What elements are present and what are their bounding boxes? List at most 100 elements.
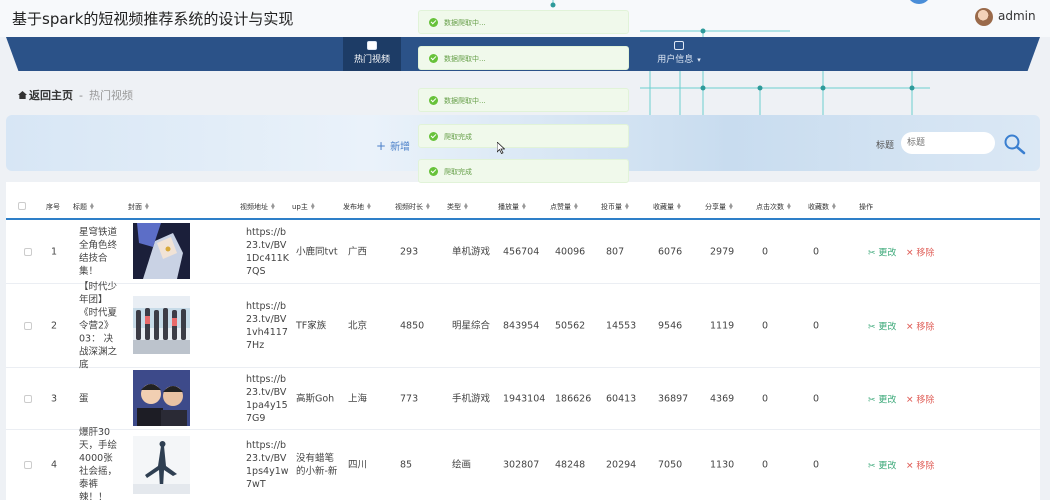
row-checkbox[interactable]: [24, 248, 32, 256]
delete-button[interactable]: ✕ 移除: [906, 459, 934, 472]
cell-index: 2: [51, 320, 58, 331]
col-uploader[interactable]: up主 ▲ ▼: [292, 202, 315, 212]
chevron-down-icon: ▾: [697, 56, 701, 64]
video-icon: [367, 41, 377, 50]
cell-uploader: 小鹿同tvt: [296, 246, 338, 257]
cell-shares: 4369: [710, 393, 735, 404]
add-button[interactable]: + 新增: [376, 138, 410, 153]
search-icon[interactable]: [1003, 133, 1027, 155]
edit-button[interactable]: ✂ 更改: [868, 319, 896, 332]
cell-location: 广西: [348, 246, 368, 257]
edit-button[interactable]: ✂ 更改: [868, 459, 896, 472]
video-table: 序号 标题 ▲ ▼ 封面 ▲ ▼ 视频地址 ▲ ▼ up主 ▲ ▼ 发布地 ▲ ▼ 视频时长 ▲ ▼ 类…: [6, 182, 1040, 500]
cell-url[interactable]: https://b23.tv/BV1vh41177Hz: [246, 300, 292, 352]
user-avatar[interactable]: [975, 8, 993, 26]
row-checkbox[interactable]: [24, 395, 32, 403]
breadcrumb: 返回主页 - 热门视频: [18, 87, 133, 103]
col-duration[interactable]: 视频时长 ▲ ▼: [395, 202, 430, 212]
col-cover[interactable]: 封面 ▲ ▼: [128, 202, 149, 212]
cell-plays: 1943104: [503, 393, 546, 404]
video-cover[interactable]: [133, 296, 190, 354]
breadcrumb-home[interactable]: 返回主页: [29, 89, 73, 102]
col-location[interactable]: 发布地 ▲ ▼: [343, 202, 371, 212]
edit-icon: ✂: [868, 248, 876, 258]
close-icon: ✕: [906, 395, 914, 405]
table-row: 1 星穹铁道全角色终结技合集！ https://b23.tv/BV1Dc411K…: [6, 220, 1040, 284]
cell-plays: 843954: [503, 320, 540, 331]
cell-location: 上海: [348, 393, 368, 404]
col-plays[interactable]: 播放量 ▲ ▼: [498, 202, 526, 212]
table-row: 4 爆肝30天，手绘4000张社会摇，泰裤辣！！ https://b23.tv/…: [6, 427, 1040, 500]
edit-icon: ✂: [868, 461, 876, 472]
edit-button[interactable]: ✂ 更改: [868, 245, 896, 258]
col-coins[interactable]: 投币量 ▲ ▼: [601, 202, 629, 212]
video-cover[interactable]: [133, 223, 190, 279]
sort-icon: ▲ ▼: [426, 202, 430, 211]
app-title: 基于spark的短视频推荐系统的设计与实现: [12, 10, 294, 28]
id-card-icon: [674, 41, 684, 50]
cell-shares: 1130: [710, 459, 735, 471]
cell-collects: 0: [813, 459, 820, 471]
cell-clicks: 0: [762, 320, 769, 331]
sort-icon: ▲ ▼: [90, 202, 94, 211]
sort-icon: ▲ ▼: [729, 202, 733, 211]
close-icon: ✕: [906, 248, 914, 258]
cell-coins: 807: [606, 246, 625, 257]
toast-message: 数据爬取中...: [418, 10, 629, 34]
cell-url[interactable]: https://b23.tv/BV1Dc411K7QS: [246, 226, 292, 278]
sort-icon: ▲ ▼: [464, 202, 468, 211]
toast-message: 爬取完成: [418, 159, 629, 183]
success-icon: [429, 132, 438, 141]
col-shares[interactable]: 分享量 ▲ ▼: [705, 202, 733, 212]
sort-icon: ▲ ▼: [574, 202, 578, 211]
nav-item-label: 热门视频: [353, 55, 390, 65]
cell-url[interactable]: https://b23.tv/BV1ps4y1w7wT: [246, 439, 292, 491]
cell-favorites: 6076: [658, 246, 683, 257]
cell-shares: 2979: [710, 246, 735, 257]
row-checkbox[interactable]: [24, 461, 32, 469]
toast-message: 数据爬取中...: [418, 88, 629, 112]
cell-url[interactable]: https://b23.tv/BV1pa4y157G9: [246, 373, 292, 425]
toast-text: 爬取完成: [444, 168, 472, 176]
col-category[interactable]: 类型 ▲ ▼: [447, 202, 468, 212]
success-icon: [429, 167, 438, 176]
delete-button[interactable]: ✕ 移除: [906, 392, 934, 405]
delete-button[interactable]: ✕ 移除: [906, 245, 934, 258]
cell-coins: 14553: [606, 320, 637, 331]
select-all-checkbox[interactable]: [18, 202, 26, 210]
col-url[interactable]: 视频地址 ▲ ▼: [240, 202, 275, 212]
cell-uploader: TF家族: [296, 320, 327, 331]
row-checkbox[interactable]: [24, 322, 32, 330]
sort-icon: ▲ ▼: [832, 202, 836, 211]
user-name[interactable]: admin: [998, 9, 1036, 23]
cell-likes: 186626: [555, 393, 592, 404]
edit-icon: ✂: [868, 322, 876, 332]
cell-likes: 50562: [555, 320, 586, 331]
video-cover[interactable]: [133, 370, 190, 426]
col-favorites[interactable]: 收藏量 ▲ ▼: [653, 202, 681, 212]
sort-icon: ▲ ▼: [677, 202, 681, 211]
col-actions: 操作: [859, 203, 873, 211]
col-likes[interactable]: 点赞量 ▲ ▼: [550, 202, 578, 212]
delete-button[interactable]: ✕ 移除: [906, 319, 934, 332]
sort-icon: ▲ ▼: [271, 202, 275, 211]
cell-favorites: 7050: [658, 459, 683, 471]
cell-uploader: 没有蜡笔的小新-新: [296, 453, 338, 477]
col-clicks[interactable]: 点击次数 ▲ ▼: [756, 202, 791, 212]
breadcrumb-current: 热门视频: [88, 89, 133, 102]
edit-button[interactable]: ✂ 更改: [868, 392, 896, 405]
nav-item-user-info[interactable]: 用户信息 ▾: [639, 37, 719, 71]
nav-item-hot-videos[interactable]: 热门视频: [343, 37, 401, 71]
cell-collects: 0: [813, 393, 820, 404]
cell-title: 爆肝30天，手绘4000张社会摇，泰裤辣！！: [79, 427, 118, 500]
col-collects[interactable]: 收藏数 ▲ ▼: [808, 202, 836, 212]
video-cover[interactable]: [133, 436, 190, 494]
sort-icon: ▲ ▼: [367, 202, 371, 211]
cell-duration: 773: [400, 393, 419, 404]
title-search-input[interactable]: [901, 132, 995, 154]
cell-index: 1: [51, 246, 58, 257]
cell-coins: 60413: [606, 393, 637, 404]
close-icon: ✕: [906, 322, 914, 332]
col-title[interactable]: 标题 ▲ ▼: [73, 202, 94, 212]
toast-text: 数据爬取中...: [444, 55, 486, 63]
